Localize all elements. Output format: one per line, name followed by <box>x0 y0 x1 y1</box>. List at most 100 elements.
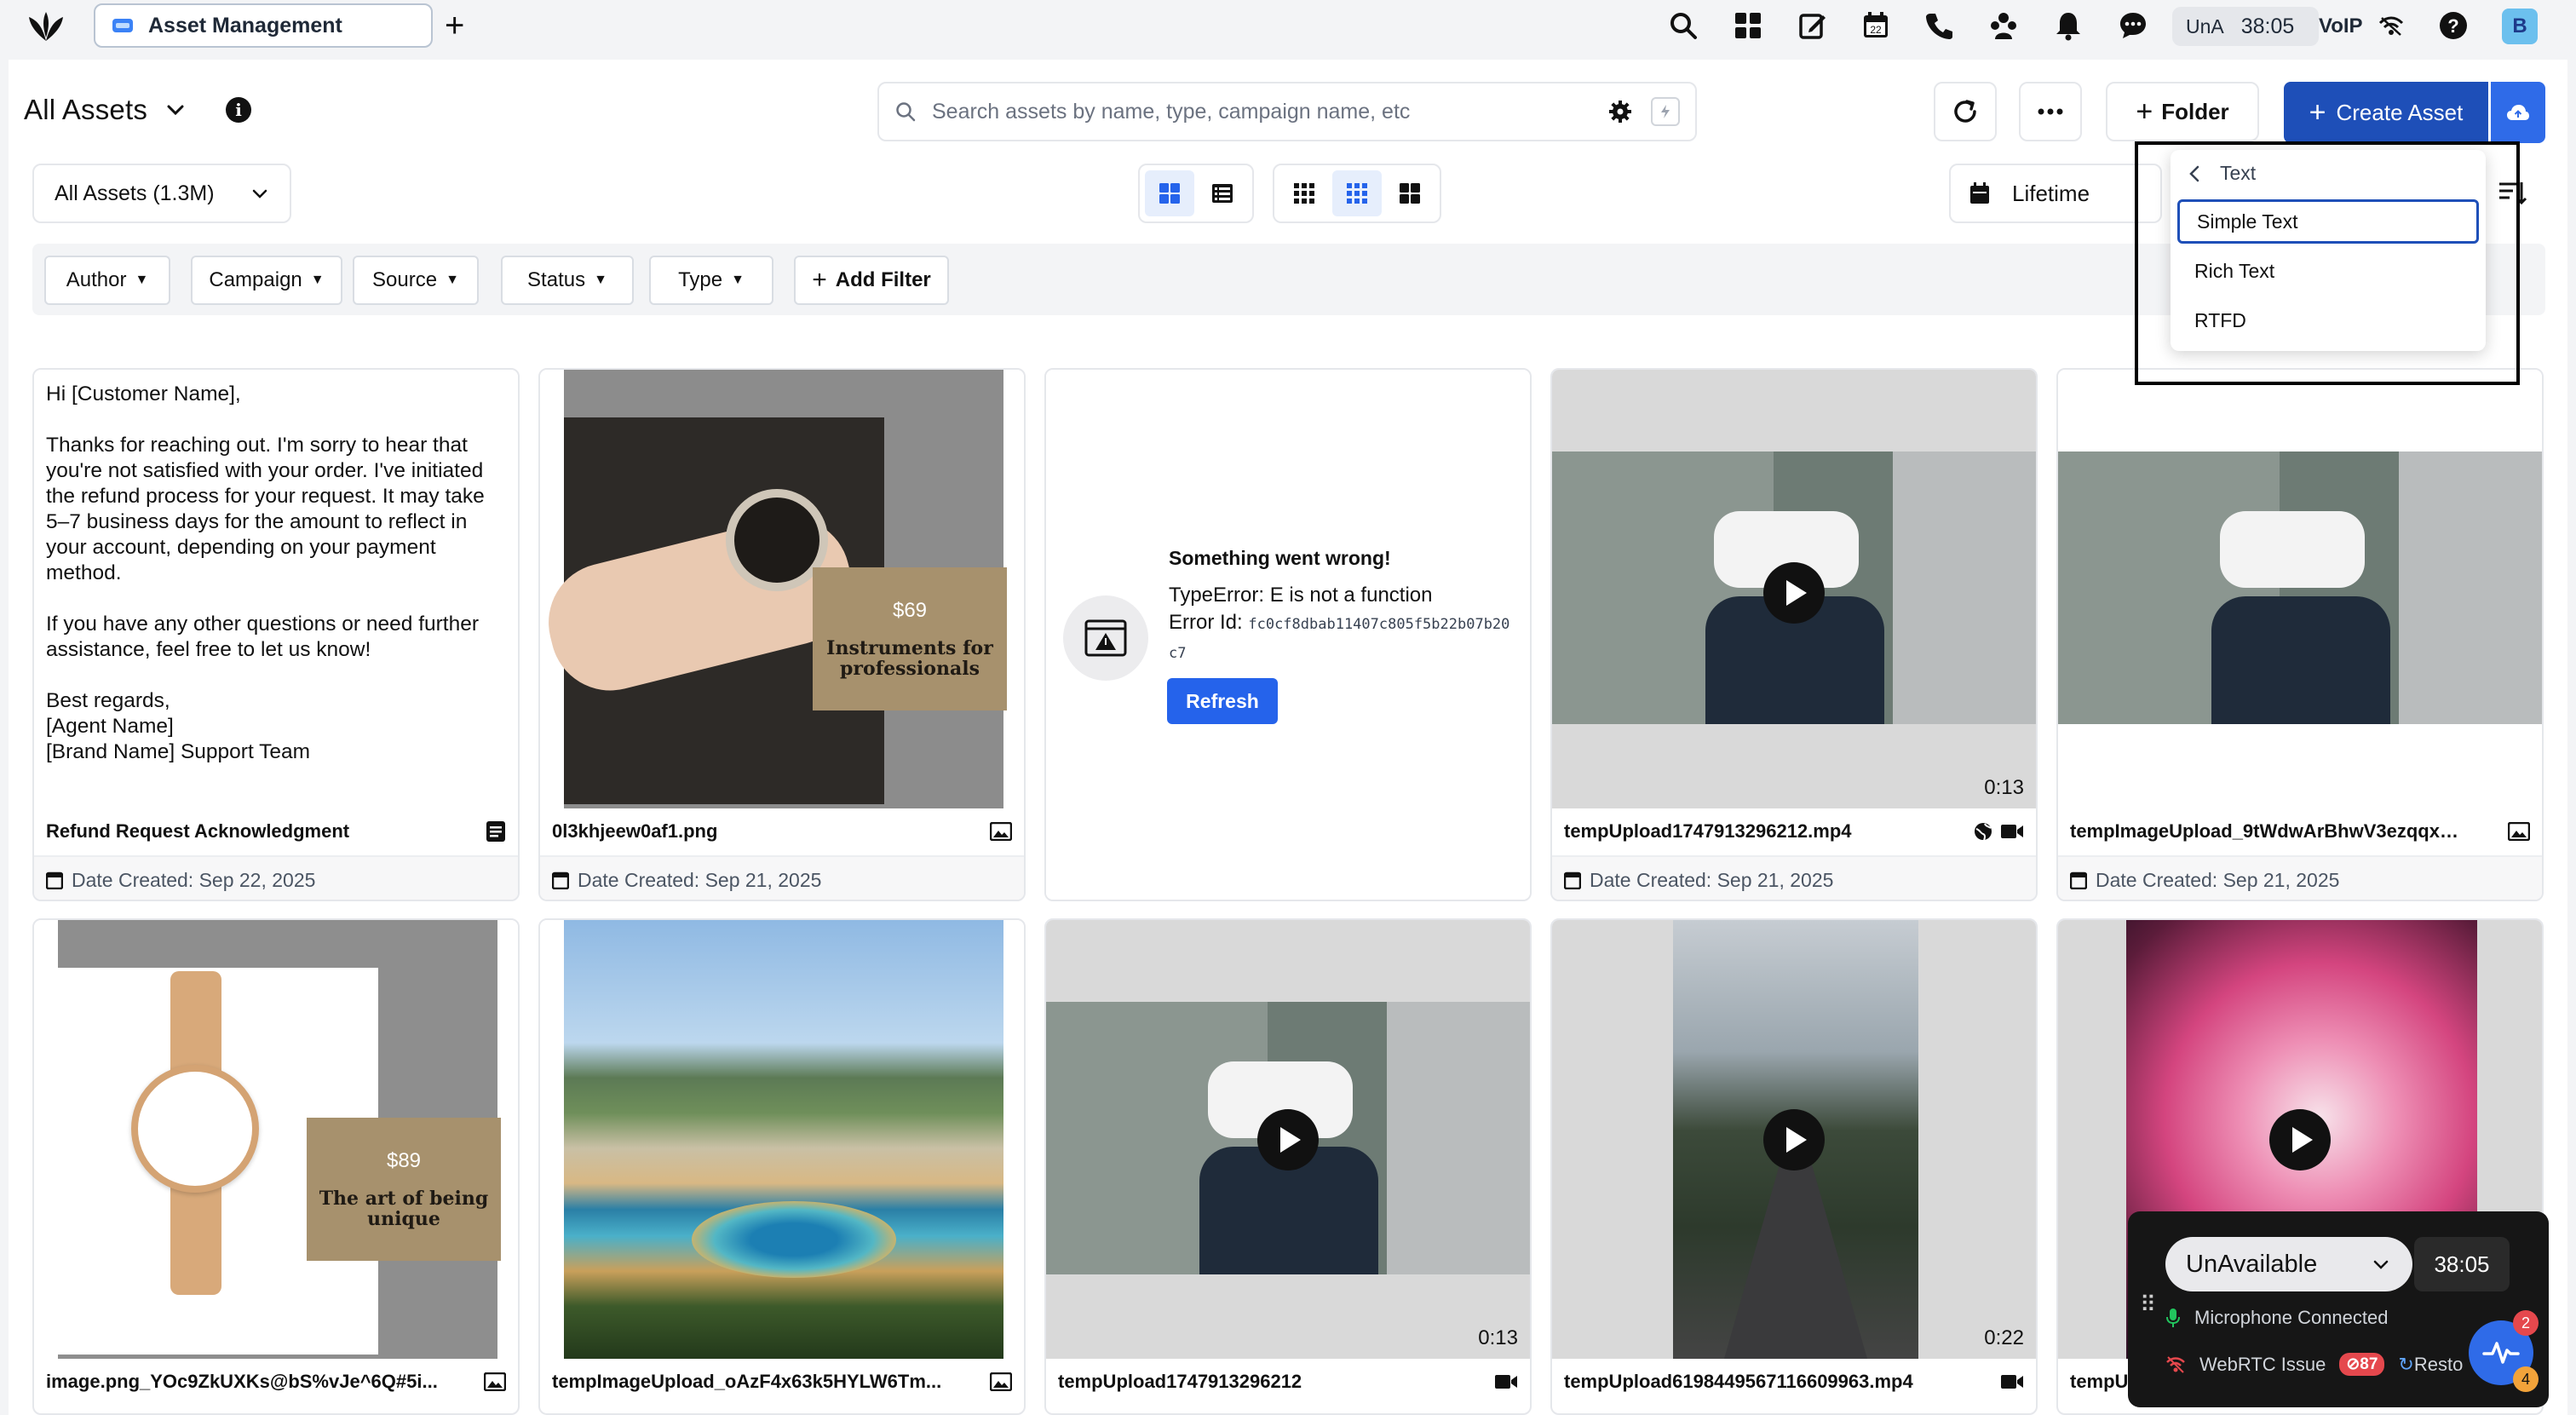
menu-item-rich-text[interactable]: Rich Text <box>2177 249 2479 293</box>
grid-view-button[interactable] <box>1145 170 1194 216</box>
play-icon[interactable] <box>1257 1109 1319 1171</box>
plus-icon: + <box>2136 95 2153 128</box>
calendar-icon <box>1970 182 1989 204</box>
asset-scope-select[interactable]: All Assets (1.3M) <box>32 164 291 223</box>
calendar-icon[interactable]: 22 <box>1859 9 1893 43</box>
menu-item-rtfd[interactable]: RTFD <box>2177 298 2479 342</box>
filter-campaign[interactable]: Campaign ▼ <box>191 256 342 305</box>
bell-icon[interactable] <box>2051 9 2085 43</box>
asset-type-icons <box>1973 821 2024 842</box>
phone-icon[interactable] <box>1922 9 1956 43</box>
asset-name: 0l3khjeew0af1.png <box>552 820 718 842</box>
text-doc-icon <box>486 821 505 842</box>
help-icon[interactable]: ? <box>2436 9 2470 43</box>
landscape-photo <box>564 920 1003 1359</box>
voip-status[interactable]: VoIP <box>2319 7 2421 46</box>
more-options-button[interactable] <box>2019 82 2082 141</box>
una-timer: 38:05 <box>2240 14 2295 38</box>
add-folder-button[interactable]: + Folder <box>2106 82 2259 141</box>
create-asset-label: Create Asset <box>2336 99 2464 125</box>
quick-action-button[interactable] <box>1651 97 1680 126</box>
create-asset-button[interactable]: + Create Asset <box>2284 82 2488 143</box>
drag-handle-icon[interactable]: ⠿ <box>2140 1293 2156 1315</box>
asset-card-text[interactable]: Hi [Customer Name], Thanks for reaching … <box>32 368 520 901</box>
density-small-button[interactable] <box>1279 170 1329 216</box>
agent-status-select[interactable]: UnAvailable <box>2165 1237 2412 1291</box>
play-icon[interactable] <box>1763 1109 1825 1171</box>
user-avatar[interactable]: B <box>2502 9 2538 44</box>
group-icon[interactable] <box>1987 9 2021 43</box>
list-view-icon <box>1212 184 1233 203</box>
chevron-down-icon[interactable] <box>164 99 187 121</box>
wifi-off-icon <box>2166 1355 2185 1373</box>
asset-card-image[interactable]: tempImageUpload_9tWdwArBhwV3ezqqxS... Da… <box>2056 368 2544 901</box>
new-tab-button[interactable]: + <box>445 7 464 44</box>
chat-icon[interactable] <box>2116 9 2150 43</box>
grid-view-icon <box>1159 183 1180 204</box>
calendar-icon <box>46 871 63 889</box>
apps-grid-icon[interactable] <box>1731 9 1765 43</box>
refresh-button[interactable]: Refresh <box>1167 678 1278 724</box>
asset-card-image[interactable]: tempImageUpload_oAzF4x63k5HYLW6Tm... <box>538 918 1026 1415</box>
search-icon[interactable] <box>1666 9 1700 43</box>
restore-link[interactable]: ↻Resto <box>2398 1354 2463 1376</box>
image-preview <box>2058 370 2542 808</box>
filter-author[interactable]: Author ▼ <box>44 256 170 305</box>
play-icon[interactable] <box>2269 1109 2331 1171</box>
voip-label: VoIP <box>2319 14 2363 37</box>
search-icon <box>896 102 916 122</box>
create-asset-type-menu: Text Simple Text Rich Text RTFD <box>2171 150 2486 351</box>
upload-cloud-button[interactable] <box>2491 82 2545 143</box>
broken-browser-icon <box>1063 595 1148 681</box>
asset-card-image[interactable]: $89 The art of being unique image.png_YO… <box>32 918 520 1415</box>
image-icon <box>990 822 1012 841</box>
asset-name-row: tempUpload1747913296212.mp4 <box>1552 808 2036 854</box>
asset-card-image[interactable]: $69 Instruments for professionals 0l3khj… <box>538 368 1026 901</box>
tab-asset-management[interactable]: Asset Management <box>94 3 433 48</box>
brand-logo-icon[interactable] <box>26 9 66 46</box>
caret-down-icon: ▼ <box>446 273 459 287</box>
settings-gear-icon[interactable] <box>1608 100 1632 124</box>
watch-face <box>131 1065 259 1193</box>
calendar-icon <box>2070 871 2087 889</box>
una-status-pill[interactable]: UnA 38:05 <box>2172 7 2319 46</box>
filter-type[interactable]: Type ▼ <box>649 256 773 305</box>
asset-card-video[interactable]: 0:13 tempUpload1747913296212.mp4 Date Cr… <box>1550 368 2038 901</box>
add-filter-button[interactable]: + Add Filter <box>794 256 949 305</box>
caret-down-icon: ▼ <box>594 273 607 287</box>
filter-label: Campaign <box>209 268 302 291</box>
date-range-select[interactable]: Lifetime <box>1949 164 2162 223</box>
page-header: All Assets i <box>24 94 252 126</box>
add-filter-label: Add Filter <box>835 268 931 291</box>
filter-status[interactable]: Status ▼ <box>501 256 634 305</box>
filter-label: Author <box>66 268 127 291</box>
list-view-button[interactable] <box>1198 170 1247 216</box>
asset-name: tempUpload1747913296212 <box>1058 1371 1302 1392</box>
asset-date: Date Created: Sep 21, 2025 <box>578 868 822 891</box>
compose-icon[interactable] <box>1796 9 1830 43</box>
menu-back-button[interactable]: Text <box>2188 162 2256 185</box>
cloud-upload-icon <box>2507 105 2529 120</box>
page-title: All Assets <box>24 94 148 125</box>
mic-status-row: Microphone Connected <box>2165 1307 2388 1329</box>
menu-item-simple-text[interactable]: Simple Text <box>2177 199 2479 244</box>
play-icon[interactable] <box>1763 562 1825 624</box>
filter-source[interactable]: Source ▼ <box>353 256 479 305</box>
info-icon[interactable]: i <box>226 97 252 123</box>
asset-name: tempUpload6198449567116609963.mp4 <box>1564 1371 1913 1392</box>
asset-card-video[interactable]: 0:13 tempUpload1747913296212 <box>1044 918 1532 1415</box>
search-input[interactable] <box>932 99 1608 124</box>
asset-card-video[interactable]: 0:22 tempUpload6198449567116609963.mp4 <box>1550 918 2038 1415</box>
voip-widget: UnAvailable 38:05 ⠿ Microphone Connected… <box>2128 1211 2549 1407</box>
product-price-panel: $69 Instruments for professionals <box>813 567 1007 710</box>
filter-label: Source <box>372 268 438 291</box>
density-medium-button[interactable] <box>1332 170 1382 216</box>
filter-label: Type <box>678 268 723 291</box>
asset-name-row: image.png_YOc9ZkUXKs@bS%vJe^6Q#5i... <box>34 1359 518 1405</box>
asset-date-row: Date Created: Sep 21, 2025 <box>1552 855 2036 900</box>
asset-date: Date Created: Sep 21, 2025 <box>2096 868 2340 891</box>
density-large-button[interactable] <box>1385 170 1435 216</box>
reload-button[interactable] <box>1934 82 1997 141</box>
asset-name-row: tempUpload1747913296212 <box>1046 1359 1530 1405</box>
filter-label: Status <box>527 268 586 291</box>
